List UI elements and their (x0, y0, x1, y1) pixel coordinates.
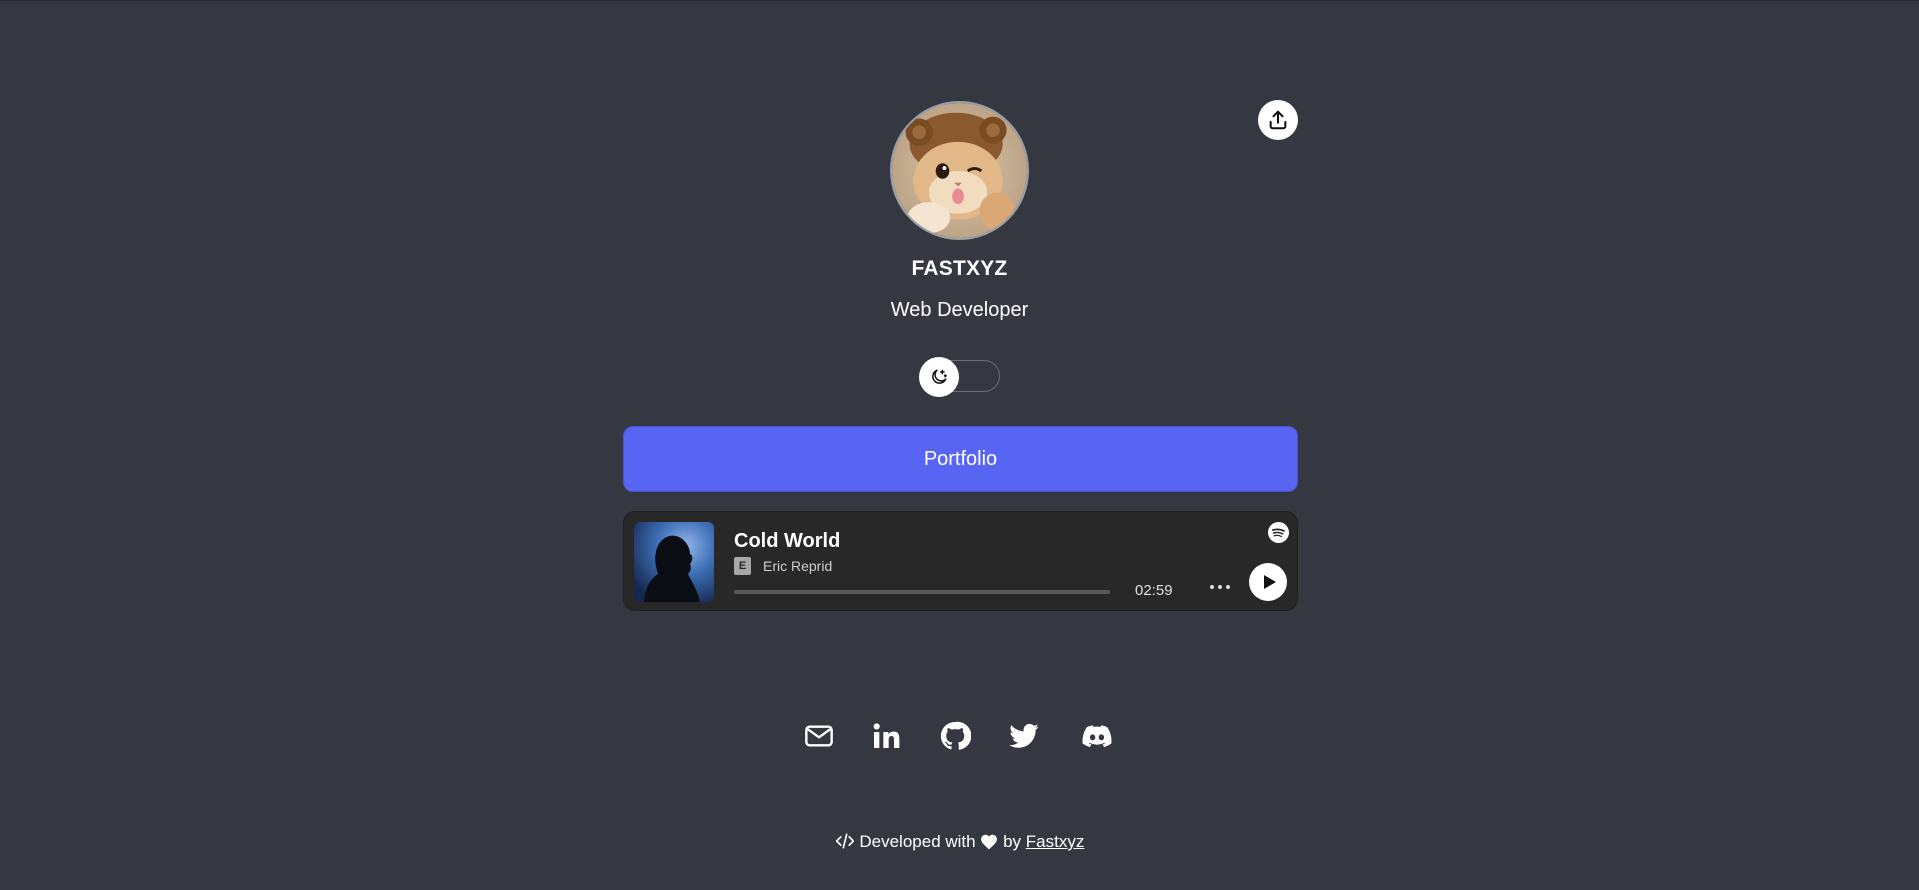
spotify-player: Cold World E Eric Reprid 02:59 (623, 511, 1298, 611)
profile-role: Web Developer (890, 299, 1029, 321)
theme-toggle[interactable] (919, 357, 1000, 397)
mail-icon (805, 725, 833, 747)
author-link[interactable]: Fastxyz (1026, 832, 1085, 851)
more-icon (1210, 585, 1230, 589)
footer-middle: by (1003, 832, 1022, 851)
portfolio-button[interactable]: Portfolio (623, 426, 1298, 492)
footer-prefix: Developed with (859, 832, 976, 851)
album-cover[interactable] (634, 522, 714, 602)
share-button[interactable] (1258, 100, 1298, 140)
album-cover-art (634, 522, 714, 602)
avatar (890, 101, 1029, 240)
track-artist[interactable]: Eric Reprid (763, 557, 832, 575)
social-discord-link[interactable] (1080, 719, 1114, 753)
cat-avatar (892, 103, 1027, 238)
progress-bar[interactable] (734, 590, 1110, 594)
share-upload-icon (1269, 110, 1287, 130)
toggle-knob[interactable] (919, 357, 959, 397)
more-options-button[interactable] (1207, 574, 1233, 600)
linkedin-icon (873, 723, 900, 748)
github-icon (940, 721, 971, 750)
track-duration: 02:59 (1135, 582, 1173, 599)
spotify-icon[interactable] (1268, 522, 1289, 543)
footer: Developed with by Fastxyz (0, 832, 1919, 852)
social-twitter-link[interactable] (1007, 719, 1041, 753)
play-icon (1263, 575, 1276, 589)
code-icon (835, 833, 854, 849)
track-title[interactable]: Cold World (734, 530, 840, 553)
social-linkedin-link[interactable] (869, 719, 903, 753)
discord-icon (1082, 725, 1112, 748)
social-github-link[interactable] (938, 719, 972, 753)
heart-icon (981, 834, 998, 850)
moon-stars-icon (932, 369, 947, 384)
play-button[interactable] (1249, 563, 1287, 601)
profile-name: FASTXYZ (911, 257, 1008, 280)
twitter-icon (1009, 723, 1039, 748)
social-email-link[interactable] (802, 719, 836, 753)
explicit-badge: E (734, 557, 751, 575)
page: FASTXYZ Web Developer Portfolio Cold Wor… (0, 0, 1919, 890)
